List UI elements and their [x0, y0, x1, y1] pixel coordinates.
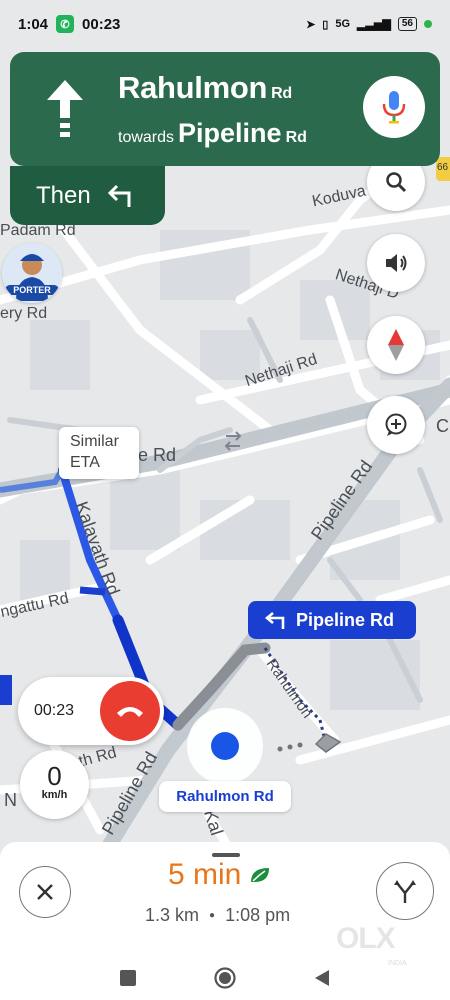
circle-icon	[214, 966, 236, 989]
current-street-name: Rahulmon Rd	[118, 70, 292, 106]
road-shield-66: 66	[437, 162, 449, 173]
towards-street: Pipeline	[178, 118, 282, 148]
map-label-c: C	[436, 416, 449, 436]
trip-summary-sheet[interactable]: 5 min 1.3 km ● 1:08 pm OLX INDIA	[0, 842, 450, 1000]
call-timer: 00:23	[34, 702, 75, 719]
similar-eta-callout[interactable]: Similar ETA	[59, 427, 139, 479]
status-time: 1:04	[18, 15, 49, 33]
trip-distance: 1.3 km	[145, 905, 200, 925]
eta-minutes: 5 min	[168, 858, 242, 891]
compass-button[interactable]	[367, 316, 425, 374]
hang-up-phone-icon	[117, 707, 143, 717]
speedometer: 0 km/h	[20, 750, 89, 819]
eta-display: 5 min	[168, 858, 271, 892]
separator-dot: ●	[209, 910, 216, 921]
trip-details: 1.3 km ● 1:08 pm	[145, 905, 290, 926]
similar-eta-line2: ETA	[70, 454, 100, 471]
recents-button[interactable]	[116, 966, 140, 990]
ongoing-call-widget[interactable]: 00:23	[18, 677, 164, 745]
olx-watermark: OLX	[336, 922, 396, 955]
signal-label: 5G	[335, 18, 351, 30]
status-call-time: 00:23	[82, 15, 121, 33]
towards-label: towards	[118, 129, 175, 146]
home-button[interactable]	[213, 966, 237, 990]
privacy-indicator-icon	[424, 20, 432, 28]
location-arrow-icon: ➤	[306, 18, 316, 31]
system-navigation-bar	[0, 955, 450, 1000]
close-icon	[37, 884, 53, 900]
add-report-icon	[385, 413, 407, 436]
towards-line: towards Pipeline Rd	[118, 118, 307, 149]
street-suffix: Rd	[271, 85, 292, 102]
porter-label: PORTER	[5, 285, 59, 295]
square-icon	[120, 969, 137, 986]
report-button[interactable]	[367, 396, 425, 454]
map-label-e-rd: e Rd	[138, 445, 177, 465]
compass-icon	[388, 329, 404, 361]
eco-leaf-icon	[251, 868, 270, 882]
signal-bars-icon: ▂▃▅▇	[357, 18, 391, 31]
map-label-n: N	[4, 790, 17, 810]
hang-up-button[interactable]	[100, 681, 160, 741]
triangle-back-icon	[314, 969, 329, 986]
alternate-routes-button[interactable]	[376, 862, 434, 920]
turn-street-name: Pipeline Rd	[296, 609, 395, 630]
speed-value: 0	[47, 761, 62, 791]
street-name: Rahulmon	[118, 70, 268, 105]
arrival-time: 1:08 pm	[225, 905, 291, 925]
voice-search-button[interactable]	[363, 76, 425, 138]
turn-left-icon	[107, 184, 131, 207]
status-bar: 1:04 ✆ 00:23 ➤ ▯ 5G ▂▃▅▇ 56	[0, 0, 450, 48]
microphone-icon	[382, 91, 406, 124]
fork-routes-icon	[394, 880, 416, 903]
back-button[interactable]	[310, 966, 334, 990]
map-label-ery: ery Rd	[0, 305, 48, 322]
drag-handle[interactable]	[212, 853, 240, 857]
current-road-chip: Rahulmon Rd	[159, 781, 291, 812]
search-icon	[386, 172, 407, 193]
then-label: Then	[36, 181, 91, 209]
exit-navigation-button[interactable]	[19, 866, 71, 918]
then-instruction[interactable]: Then	[10, 166, 165, 225]
straight-arrow-icon	[47, 80, 83, 137]
similar-eta-line1: Similar	[70, 433, 119, 450]
turn-street-chip: Pipeline Rd	[248, 601, 416, 639]
phone-call-icon: ✆	[56, 15, 75, 33]
battery-icon: 56	[397, 17, 417, 31]
navigation-banner[interactable]: Rahulmon Rd towards Pipeline Rd	[10, 52, 440, 166]
volte-icon: ▯	[322, 18, 329, 31]
speaker-icon	[386, 254, 407, 272]
porter-app-bubble[interactable]: PORTER	[2, 243, 62, 303]
speed-unit: km/h	[41, 789, 68, 801]
sound-button[interactable]	[367, 234, 425, 292]
turn-left-icon	[264, 612, 285, 629]
towards-suffix: Rd	[285, 129, 307, 146]
